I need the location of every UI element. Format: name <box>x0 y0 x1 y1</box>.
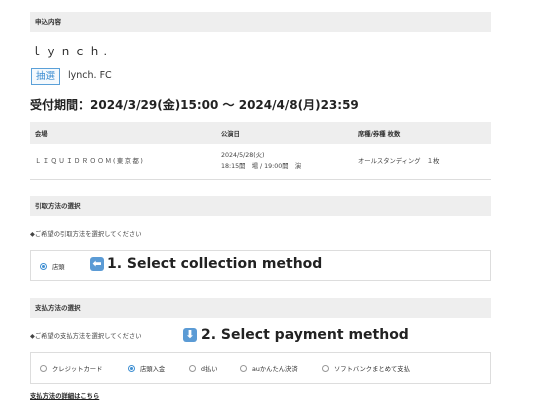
reception-period: 受付期間：2024/3/29(金)15:00 〜 2024/4/8(月)23:5… <box>30 98 359 112</box>
left-arrow-icon: ⬅ <box>90 257 104 271</box>
artist-name: ｌｙｎｃｈ. <box>31 45 111 58</box>
payment-radio-credit[interactable] <box>40 365 47 372</box>
date-line: 2024/5/28(火) <box>221 152 265 160</box>
payment-label-softbank[interactable]: ソフトバンクまとめて支払 <box>334 364 410 373</box>
payment-radio-softbank[interactable] <box>322 365 329 372</box>
lottery-badge: 抽選 <box>31 68 61 85</box>
time-line: 18:15開 場 / 19:00開 演 <box>221 163 302 171</box>
collection-label-store[interactable]: 店頭 <box>52 262 65 271</box>
table-header-row: 会場 公演日 席種/券種 枚数 <box>30 122 491 144</box>
collection-radio-store[interactable] <box>40 263 47 270</box>
application-section-header: 申込内容 <box>30 12 491 32</box>
table-row: ＬＩＱＵＩＤＲＯＯＭ(東京都) 2024/5/28(火) 18:15開 場 / … <box>30 144 491 180</box>
fanclub-name: lynch. FC <box>68 70 112 81</box>
payment-details-link[interactable]: 支払方法の詳細はこちら <box>30 391 99 400</box>
seat-header: 席種/券種 枚数 <box>353 122 491 144</box>
collection-note: ◆ご希望の引取方法を選択してください <box>30 231 142 238</box>
collection-section-header: 引取方法の選択 <box>30 196 491 216</box>
payment-radio-store[interactable] <box>128 365 135 372</box>
payment-section-header: 支払方法の選択 <box>30 298 491 318</box>
payment-radio-au[interactable] <box>240 365 247 372</box>
collection-annotation: 1. Select collection method <box>107 256 323 272</box>
payment-label-credit[interactable]: クレジットカード <box>52 364 102 373</box>
payment-options-box: クレジットカード 店頭入金 d払い auかんたん決済 ソフトバンクまとめて支払 <box>30 352 491 384</box>
venue-header: 会場 <box>30 122 216 144</box>
down-arrow-icon: ⬇ <box>183 328 197 342</box>
payment-label-store[interactable]: 店頭入金 <box>140 364 165 373</box>
date-header: 公演日 <box>216 122 353 144</box>
payment-label-au[interactable]: auかんたん決済 <box>252 364 298 373</box>
seat-cell: オールスタンディング １枚 <box>353 144 491 180</box>
date-cell: 2024/5/28(火) 18:15開 場 / 19:00開 演 <box>216 144 353 180</box>
payment-label-dpay[interactable]: d払い <box>201 364 218 373</box>
venue-cell: ＬＩＱＵＩＤＲＯＯＭ(東京都) <box>30 144 216 180</box>
performance-table: 会場 公演日 席種/券種 枚数 ＬＩＱＵＩＤＲＯＯＭ(東京都) 2024/5/2… <box>30 122 491 180</box>
payment-annotation: 2. Select payment method <box>201 327 409 343</box>
payment-note: ◆ご希望の支払方法を選択してください <box>30 333 142 340</box>
payment-radio-dpay[interactable] <box>189 365 196 372</box>
